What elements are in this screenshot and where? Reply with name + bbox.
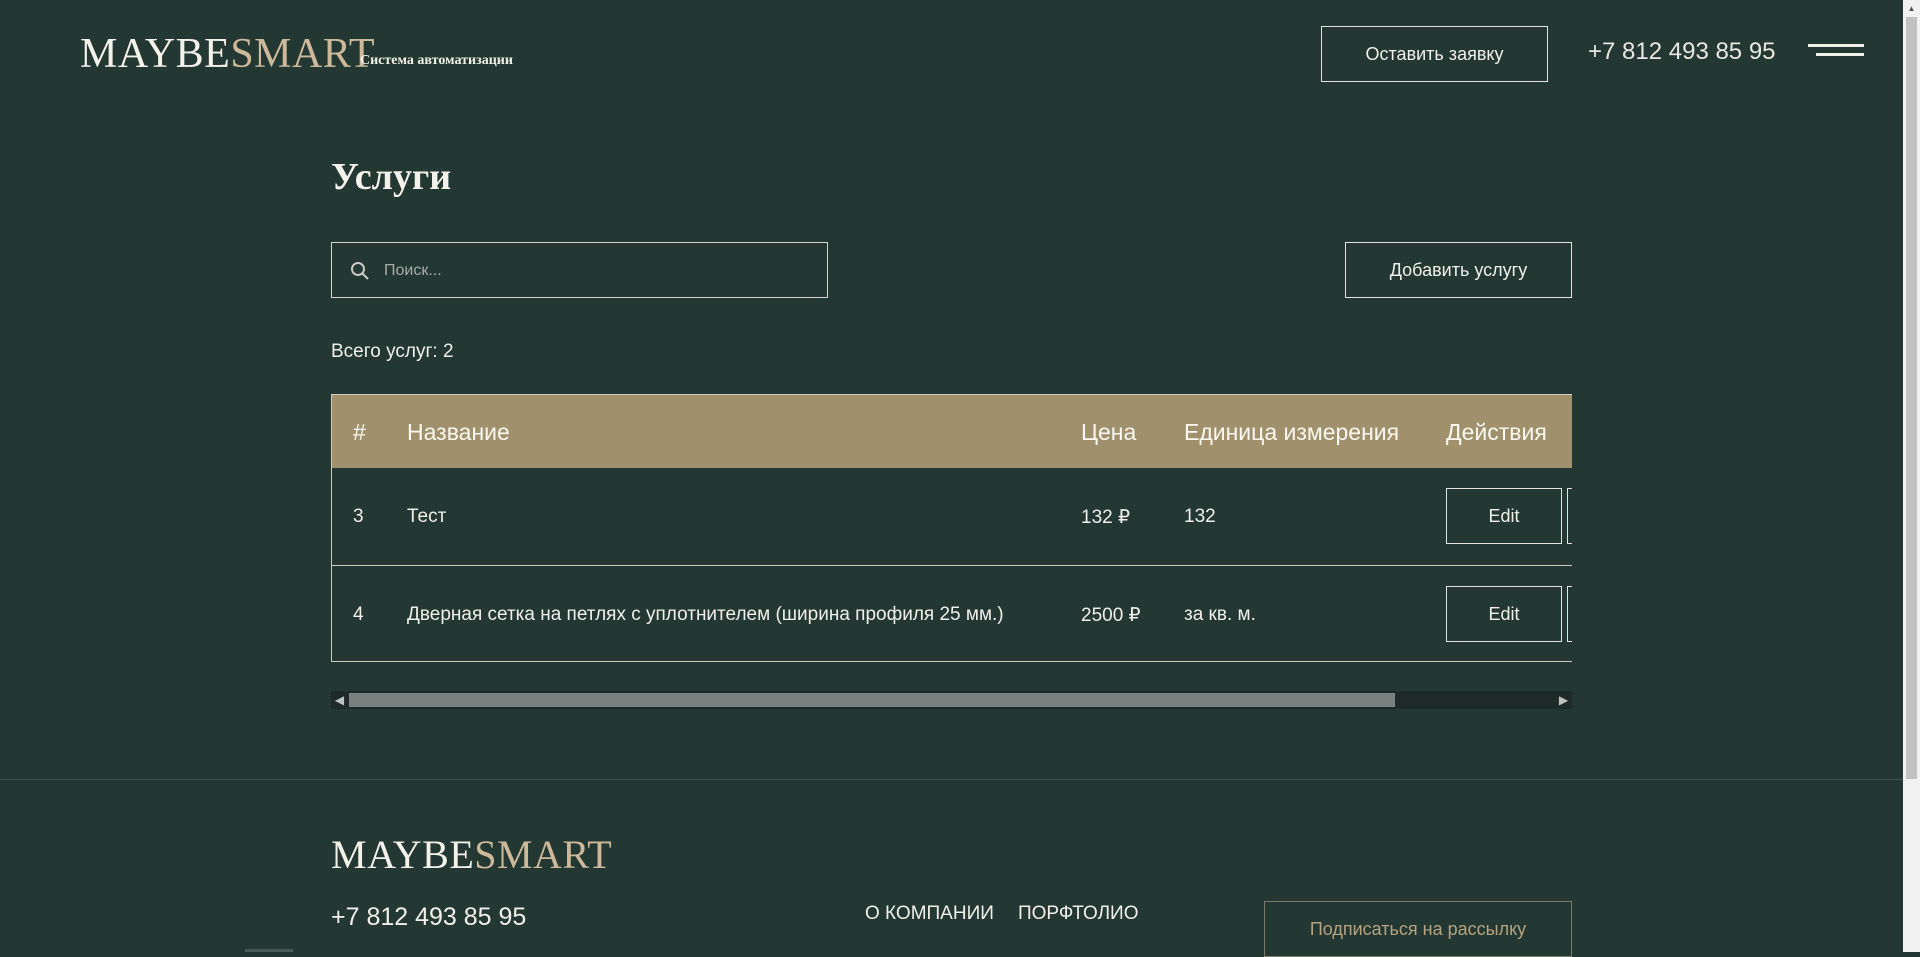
row-id: 4 bbox=[353, 604, 364, 625]
search-icon bbox=[351, 262, 369, 280]
row-price: 2500 ₽ bbox=[1081, 605, 1141, 626]
search-box[interactable] bbox=[331, 242, 828, 299]
column-header-name: Название bbox=[407, 419, 510, 445]
row-unit: за кв. м. bbox=[1184, 604, 1256, 625]
column-header-unit: Единица измерения bbox=[1184, 419, 1400, 445]
table-row: 3 Тест 132 ₽ 132 Edit bbox=[332, 468, 1572, 566]
page-vertical-scrollbar[interactable]: ▲ bbox=[1903, 0, 1920, 952]
column-header-number: # bbox=[353, 419, 366, 445]
hamburger-icon[interactable] bbox=[1808, 44, 1864, 66]
table-horizontal-scrollbar[interactable]: ◀ ▶ bbox=[331, 691, 1572, 709]
column-header-actions: Действия bbox=[1446, 419, 1547, 445]
subscribe-button[interactable]: Подписаться на рассылку bbox=[1264, 901, 1572, 957]
scrollbar-thumb[interactable] bbox=[349, 693, 1395, 707]
table-header: # Название Цена Единица измерения Действ… bbox=[332, 395, 1572, 468]
request-button[interactable]: Оставить заявку bbox=[1321, 26, 1548, 82]
scroll-right-icon[interactable]: ▶ bbox=[1555, 691, 1572, 709]
footer-link-about[interactable]: О КОМПАНИИ bbox=[865, 903, 994, 925]
menu-line-top bbox=[1808, 44, 1864, 47]
edit-button[interactable]: Edit bbox=[1446, 488, 1562, 544]
total-count: Всего услуг: 2 bbox=[331, 341, 454, 362]
site-logo[interactable]: MAYBESMART bbox=[80, 30, 375, 78]
footer-logo[interactable]: MAYBESMART bbox=[331, 832, 612, 878]
page-title: Услуги bbox=[331, 156, 452, 198]
row-name: Тест bbox=[407, 506, 447, 527]
page-scrollbar-thumb[interactable] bbox=[1906, 17, 1917, 779]
search-input[interactable] bbox=[382, 243, 816, 299]
logo-text-maybe: MAYBE bbox=[331, 832, 475, 877]
header-phone-link[interactable]: +7 812 493 85 95 bbox=[1588, 38, 1776, 66]
row-unit: 132 bbox=[1184, 506, 1216, 527]
footer-divider bbox=[0, 779, 1903, 780]
logo-text-maybe: MAYBE bbox=[80, 31, 231, 77]
edit-button[interactable]: Edit bbox=[1446, 586, 1562, 642]
table-row: 4 Дверная сетка на петлях с уплотнителем… bbox=[332, 566, 1572, 661]
menu-line-bottom bbox=[1816, 53, 1864, 56]
scroll-up-icon[interactable]: ▲ bbox=[1903, 0, 1920, 17]
add-service-button[interactable]: Добавить услугу bbox=[1345, 242, 1572, 298]
footer-link-portfolio[interactable]: ПОРФТОЛИО bbox=[1018, 903, 1139, 925]
logo-text-smart: SMART bbox=[474, 832, 613, 877]
delete-button[interactable] bbox=[1567, 586, 1572, 642]
footer-phone-link[interactable]: +7 812 493 85 95 bbox=[331, 903, 526, 932]
column-header-price: Цена bbox=[1081, 419, 1137, 445]
logo-subtitle: Система автоматизации bbox=[360, 53, 513, 68]
row-id: 3 bbox=[353, 506, 364, 527]
row-price: 132 ₽ bbox=[1081, 507, 1131, 528]
delete-button[interactable] bbox=[1567, 488, 1572, 544]
scroll-left-icon[interactable]: ◀ bbox=[331, 691, 348, 709]
services-table: # Название Цена Единица измерения Действ… bbox=[331, 394, 1572, 662]
logo-text-smart: SMART bbox=[230, 31, 376, 77]
row-name: Дверная сетка на петлях с уплотнителем (… bbox=[407, 604, 1004, 625]
